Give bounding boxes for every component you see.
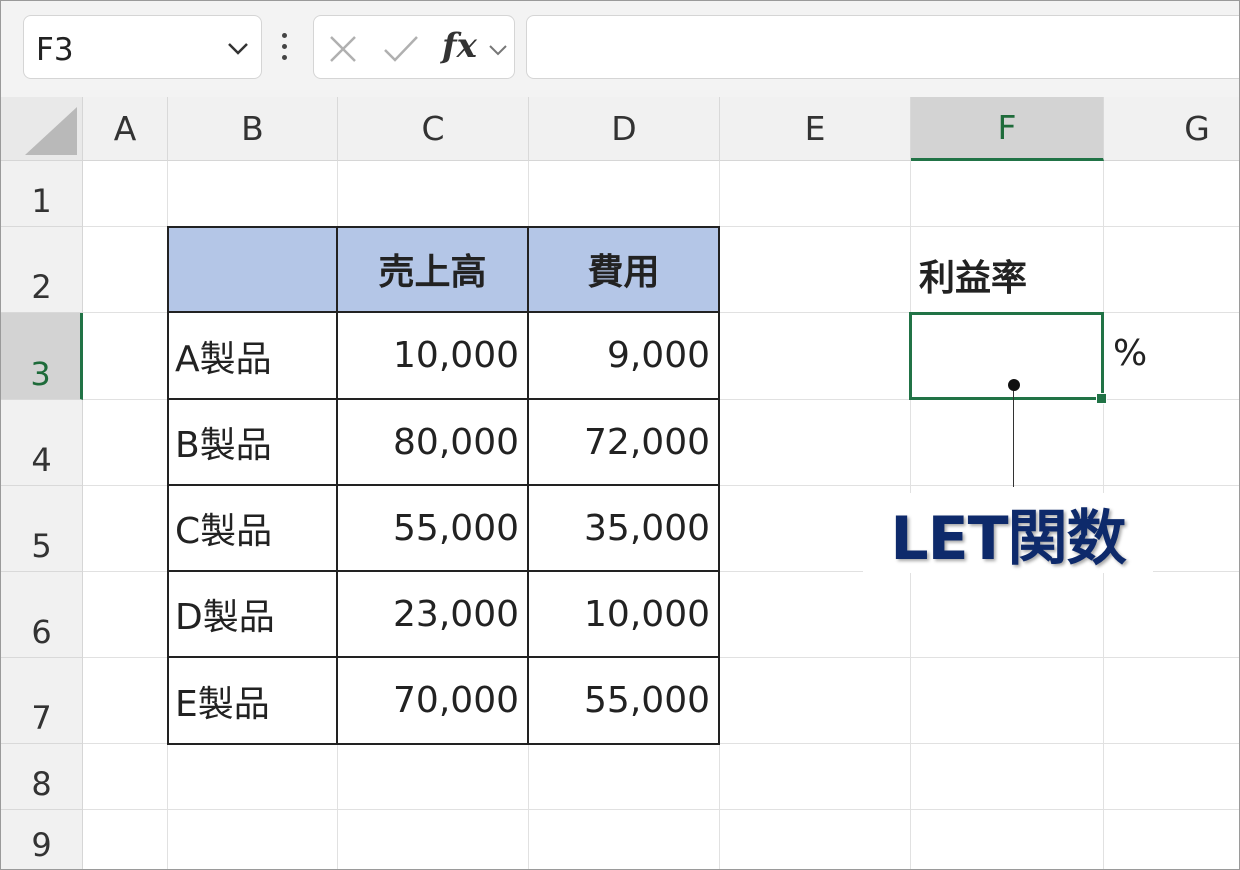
check-icon[interactable] [382,34,420,64]
table-cell-product[interactable]: B製品 [167,400,338,486]
column-header-b[interactable]: B [168,97,338,161]
table-cell-cost[interactable]: 72,000 [529,400,720,486]
table-header-cost[interactable]: 費用 [529,226,720,313]
more-options-icon[interactable] [281,33,289,63]
table-cell-product[interactable]: D製品 [167,572,338,658]
formula-controls: fx [313,15,515,79]
table-cell-sales[interactable]: 55,000 [338,486,529,572]
active-cell-f3[interactable] [909,312,1104,400]
table-header-blank[interactable] [167,226,338,313]
column-header-f[interactable]: F [911,97,1104,161]
table-cell-product[interactable]: A製品 [167,313,338,400]
column-header-a[interactable]: A [83,97,168,161]
callout-label: LET関数 [863,493,1153,574]
table-cell-product[interactable]: C製品 [167,486,338,572]
callout-dot [1008,379,1020,391]
formula-input[interactable] [526,15,1239,79]
table-cell-cost[interactable]: 55,000 [529,658,720,745]
chevron-down-icon[interactable] [227,42,249,56]
column-header-c[interactable]: C [338,97,529,161]
row-header-4[interactable]: 4 [1,400,83,486]
insert-function-icon[interactable]: fx [442,26,477,66]
cancel-icon[interactable] [328,34,358,64]
row-header-9[interactable]: 9 [1,810,83,869]
name-box[interactable]: F3 [23,15,262,79]
column-header-g[interactable]: G [1104,97,1239,161]
table-cell-product[interactable]: E製品 [167,658,338,745]
table-cell-cost[interactable]: 9,000 [529,313,720,400]
select-all-triangle-icon [25,107,77,155]
spreadsheet-window: F3 fx A B C D E F G 1 2 3 4 5 6 7 8 9 売上… [0,0,1240,870]
column-header-e[interactable]: E [720,97,911,161]
select-all-corner[interactable] [1,97,83,161]
table-cell-cost[interactable]: 35,000 [529,486,720,572]
table-cell-sales[interactable]: 80,000 [338,400,529,486]
callout-leader-line [1013,385,1014,487]
table-cell-sales[interactable]: 10,000 [338,313,529,400]
name-box-value: F3 [36,32,74,68]
row-header-1[interactable]: 1 [1,161,83,227]
row-header-5[interactable]: 5 [1,486,83,572]
column-header-d[interactable]: D [529,97,720,161]
formula-bar: F3 fx [1,1,1239,97]
table-cell-sales[interactable]: 23,000 [338,572,529,658]
row-header-3[interactable]: 3 [1,313,83,400]
row-header-6[interactable]: 6 [1,572,83,658]
fill-handle[interactable] [1096,393,1107,404]
percent-unit[interactable]: % [1113,333,1147,374]
row-header-2[interactable]: 2 [1,227,83,313]
chevron-down-icon[interactable] [488,44,508,56]
table-header-sales[interactable]: 売上高 [338,226,529,313]
table-cell-sales[interactable]: 70,000 [338,658,529,745]
profit-rate-label[interactable]: 利益率 [919,249,1027,301]
table-cell-cost[interactable]: 10,000 [529,572,720,658]
row-header-8[interactable]: 8 [1,744,83,810]
row-header-7[interactable]: 7 [1,658,83,744]
